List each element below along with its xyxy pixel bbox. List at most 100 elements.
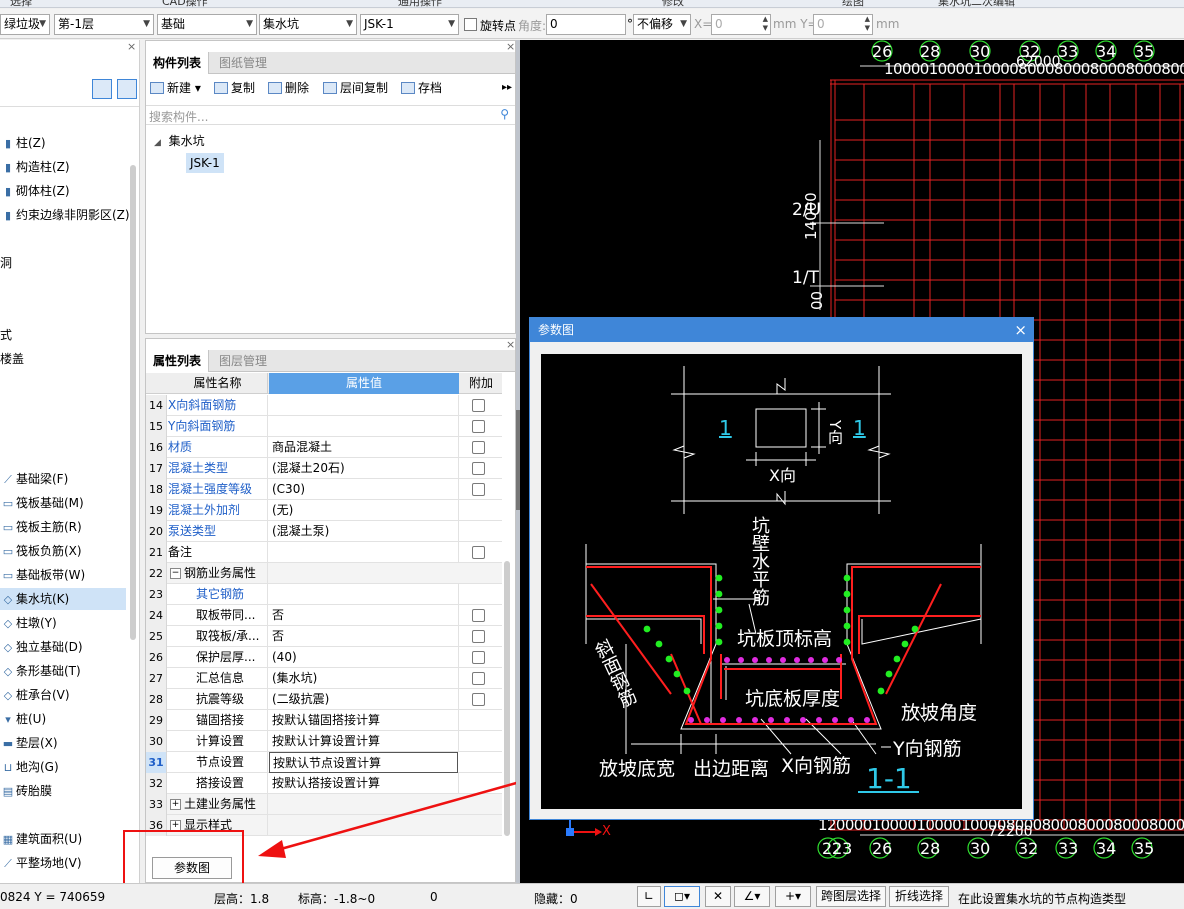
table-row[interactable]: 17 混凝土类型 (混凝土20石): [146, 458, 502, 479]
row-value[interactable]: [269, 584, 459, 605]
menu-item[interactable]: CAD操作: [162, 0, 208, 7]
menu-item[interactable]: 绘图: [842, 0, 864, 7]
extra-checkbox[interactable]: [472, 462, 485, 475]
extra-checkbox[interactable]: [472, 546, 485, 559]
nav-item-foundation-strip[interactable]: ▭ 基础板带(W): [0, 564, 126, 586]
component-type-select[interactable]: 集水坑 ▼: [259, 14, 357, 35]
floor-select[interactable]: 第-1层 ▼: [54, 14, 154, 35]
extra-checkbox[interactable]: [472, 672, 485, 685]
nav-item-constraint-edge[interactable]: ▮ 约束边缘非阴影区(Z): [0, 204, 130, 226]
nav-item-strip-foundation[interactable]: ◇ 条形基础(T): [0, 660, 126, 682]
close-icon[interactable]: ×: [127, 40, 136, 53]
new-button[interactable]: 新建 ▾: [150, 76, 201, 100]
table-row[interactable]: 21 备注: [146, 542, 502, 563]
nav-item-opening[interactable]: 洞: [0, 252, 126, 274]
nav-item-cushion[interactable]: ▬ 垫层(X): [0, 732, 126, 754]
nav-item-style[interactable]: 式: [0, 324, 126, 346]
tree-node-sump-pit[interactable]: ◢ 集水坑: [154, 132, 205, 149]
snap-icon[interactable]: ◻▾: [664, 886, 700, 907]
offset-select[interactable]: 不偏移 ▼: [633, 14, 691, 35]
nav-item-raft-neg-rebar[interactable]: ▭ 筏板负筋(X): [0, 540, 126, 562]
polyline-select-button[interactable]: 折线选择: [889, 886, 949, 907]
plus-line-icon[interactable]: +▾: [775, 886, 811, 907]
table-row[interactable]: 27 汇总信息 (集水坑): [146, 668, 502, 689]
nav-item-raft-foundation[interactable]: ▭ 筏板基础(M): [0, 492, 126, 514]
nav-item-isolated-foundation[interactable]: ◇ 独立基础(D): [0, 636, 126, 658]
row-value[interactable]: [269, 395, 459, 416]
menu-item[interactable]: 选择: [10, 0, 32, 7]
search-icon[interactable]: ⚲: [500, 107, 509, 121]
angle-input[interactable]: 0: [546, 14, 626, 35]
extra-checkbox[interactable]: [472, 651, 485, 664]
table-row[interactable]: 19 混凝土外加剂 (无): [146, 500, 502, 521]
list-view-icon[interactable]: [92, 79, 112, 99]
extra-checkbox[interactable]: [472, 483, 485, 496]
extra-checkbox[interactable]: [472, 420, 485, 433]
extra-checkbox[interactable]: [472, 609, 485, 622]
more-icon[interactable]: ▸▸: [502, 76, 512, 100]
table-row[interactable]: 15 Y向斜面钢筋: [146, 416, 502, 437]
rotate-point-checkbox[interactable]: [464, 18, 477, 31]
nav-item-pile-cap[interactable]: ◇ 桩承台(V): [0, 684, 126, 706]
nav-item-masonry-column[interactable]: ▮ 砌体柱(Z): [0, 180, 126, 202]
tab-drawing-manage[interactable]: 图纸管理: [212, 52, 274, 74]
nav-item-construction-column[interactable]: ▮ 构造柱(Z): [0, 156, 126, 178]
row-value[interactable]: 商品混凝土: [269, 437, 459, 458]
table-row[interactable]: 28 抗震等级 (二级抗震): [146, 689, 502, 710]
category-select[interactable]: 基础 ▼: [157, 14, 257, 35]
nav-item-trench[interactable]: ⊔ 地沟(G): [0, 756, 126, 778]
row-value[interactable]: (C30): [269, 479, 459, 500]
row-value[interactable]: 否: [269, 626, 459, 647]
menu-item[interactable]: 通用操作: [398, 0, 442, 7]
collapse-icon[interactable]: −: [170, 568, 181, 579]
y-input[interactable]: 0 ▲ ▼: [813, 14, 873, 35]
table-row[interactable]: 25 取筏板/承... 否: [146, 626, 502, 647]
cross-icon[interactable]: ✕: [705, 886, 731, 907]
row-value[interactable]: [269, 542, 459, 563]
component-select[interactable]: JSK-1 ▼: [360, 14, 459, 35]
row-value[interactable]: (无): [269, 500, 459, 521]
extra-checkbox[interactable]: [472, 630, 485, 643]
tree-node-jsk-1[interactable]: JSK-1: [186, 153, 224, 173]
nav-item-raft-main-rebar[interactable]: ▭ 筏板主筋(R): [0, 516, 126, 538]
save-button[interactable]: 存档: [401, 76, 442, 100]
row-value[interactable]: 否: [269, 605, 459, 626]
extra-checkbox[interactable]: [472, 693, 485, 706]
nav-item-floor-cover[interactable]: 楼盖: [0, 348, 126, 370]
row-value[interactable]: [269, 416, 459, 437]
table-row[interactable]: 16 材质 商品混凝土: [146, 437, 502, 458]
table-row[interactable]: 26 保护层厚... (40): [146, 647, 502, 668]
row-value[interactable]: (40): [269, 647, 459, 668]
delete-button[interactable]: 删除: [268, 76, 309, 100]
nav-item-foundation-beam[interactable]: ⟋ 基础梁(F): [0, 468, 126, 490]
table-row[interactable]: 29 锚固搭接 按默认锚固搭接计算: [146, 710, 502, 731]
nav-item-brick-mold[interactable]: ▤ 砖胎膜: [0, 780, 126, 802]
row-value[interactable]: (二级抗震): [269, 689, 459, 710]
search-box[interactable]: 搜索构件... ⚲: [146, 105, 515, 125]
copy-button[interactable]: 复制: [214, 76, 255, 100]
close-icon[interactable]: ×: [1014, 318, 1027, 342]
table-row[interactable]: 30 计算设置 按默认计算设置计算: [146, 731, 502, 752]
x-input[interactable]: 0 ▲ ▼: [711, 14, 771, 35]
table-row[interactable]: 18 混凝土强度等级 (C30): [146, 479, 502, 500]
nav-item-pile[interactable]: ▾ 桩(U): [0, 708, 126, 730]
expand-icon[interactable]: +: [170, 799, 181, 810]
nav-item-column[interactable]: ▮ 柱(Z): [0, 132, 126, 154]
nav-item-building-area[interactable]: ▦ 建筑面积(U): [0, 828, 126, 850]
extra-checkbox[interactable]: [472, 441, 485, 454]
menu-item[interactable]: 集水坑二次编辑: [938, 0, 1015, 7]
ortho-icon[interactable]: ∟: [637, 886, 661, 907]
nav-scrollbar[interactable]: [130, 165, 136, 640]
tab-property-list[interactable]: 属性列表: [146, 350, 210, 372]
grid-view-icon[interactable]: [117, 79, 137, 99]
table-row[interactable]: 14 X向斜面钢筋: [146, 395, 502, 416]
row-value[interactable]: 按默认计算设置计算: [269, 731, 459, 752]
nav-item-site-leveling[interactable]: ⟋ 平整场地(V): [0, 852, 126, 874]
row-value[interactable]: (混凝土20石): [269, 458, 459, 479]
table-row-group[interactable]: 22 钢筋业务属性 −: [146, 563, 502, 584]
row-value[interactable]: (混凝土泵): [269, 521, 459, 542]
table-row[interactable]: 23 其它钢筋: [146, 584, 502, 605]
row-value[interactable]: 按默认锚固搭接计算: [269, 710, 459, 731]
collapse-icon[interactable]: ◢: [154, 138, 161, 148]
nav-item-sump-pit[interactable]: ◇ 集水坑(K): [0, 588, 126, 610]
